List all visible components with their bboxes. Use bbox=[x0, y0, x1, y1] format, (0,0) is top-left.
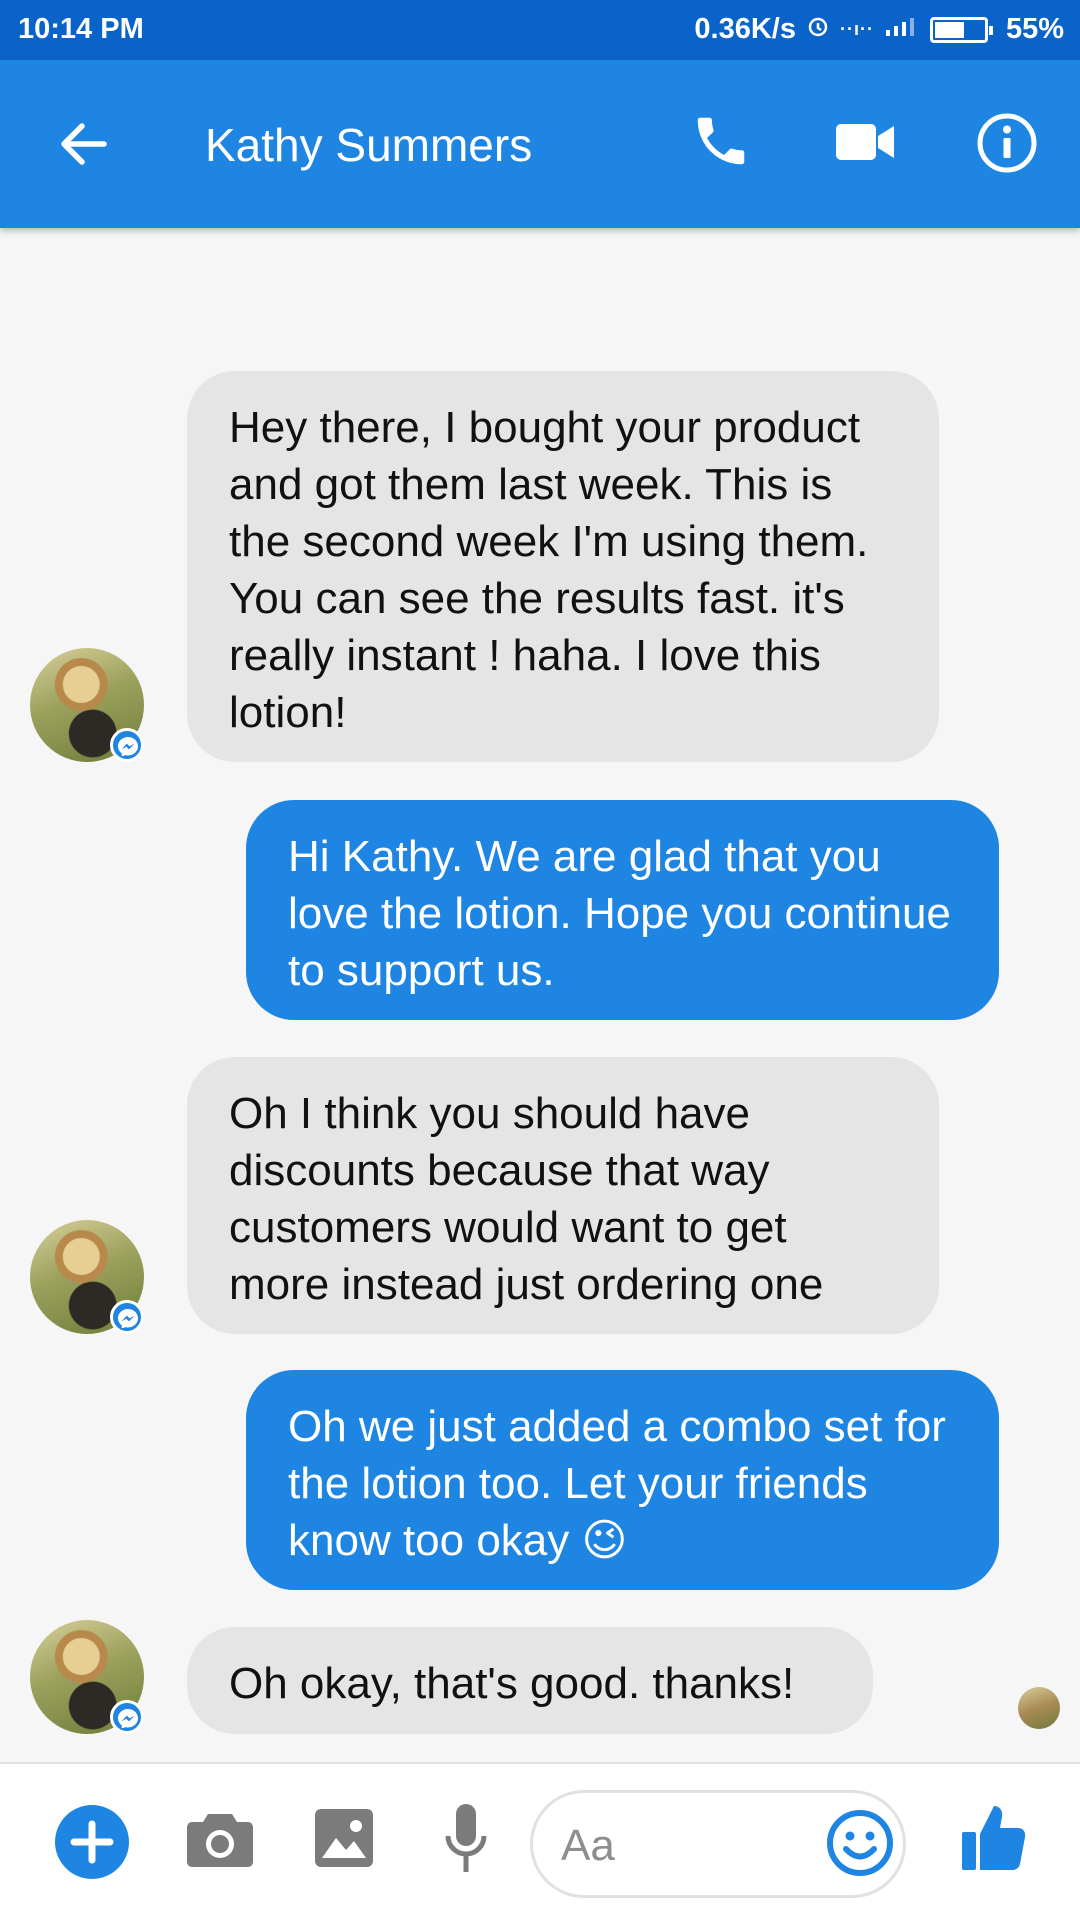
video-camera-icon[interactable] bbox=[834, 120, 896, 164]
messenger-badge-icon bbox=[110, 1300, 144, 1334]
microphone-icon[interactable] bbox=[444, 1802, 488, 1883]
conversation-header: Kathy Summers bbox=[0, 60, 1080, 228]
battery-percent: 55% bbox=[1005, 13, 1064, 45]
signal-bars-icon bbox=[884, 13, 920, 46]
message-bubble-outgoing[interactable]: Oh we just added a combo set for the lot… bbox=[246, 1370, 999, 1590]
message-bubble-incoming[interactable]: Hey there, I bought your product and got… bbox=[187, 371, 939, 762]
message-input[interactable] bbox=[559, 1813, 803, 1879]
avatar[interactable] bbox=[30, 1220, 144, 1334]
messenger-badge-icon bbox=[110, 728, 144, 762]
emoji-icon[interactable] bbox=[825, 1808, 895, 1878]
status-time: 10:14 PM bbox=[18, 13, 144, 45]
message-input-pill[interactable] bbox=[530, 1790, 906, 1898]
message-bubble-outgoing[interactable]: Hi Kathy. We are glad that you love the … bbox=[246, 800, 999, 1020]
phone-icon[interactable] bbox=[690, 110, 752, 172]
alarm-icon bbox=[806, 13, 830, 46]
info-icon[interactable] bbox=[976, 112, 1038, 174]
wink-emoji: 😉 bbox=[581, 1516, 628, 1565]
plus-icon[interactable] bbox=[54, 1804, 130, 1885]
thumbs-up-icon[interactable] bbox=[960, 1802, 1026, 1877]
avatar[interactable] bbox=[30, 648, 144, 762]
network-speed: 0.36K/s bbox=[694, 13, 796, 45]
avatar[interactable] bbox=[30, 1620, 144, 1734]
seen-avatar bbox=[1018, 1687, 1060, 1729]
contact-name[interactable]: Kathy Summers bbox=[205, 118, 532, 172]
message-bubble-incoming[interactable]: Oh okay, that's good. thanks! bbox=[187, 1627, 873, 1734]
messenger-badge-icon bbox=[110, 1700, 144, 1734]
status-bar: 10:14 PM 0.36K/s ··ı·· 55% bbox=[0, 0, 1080, 60]
message-bubble-incoming[interactable]: Oh I think you should have discounts bec… bbox=[187, 1057, 939, 1334]
back-arrow-icon[interactable] bbox=[56, 117, 110, 171]
battery-icon bbox=[929, 16, 993, 43]
composer-bar bbox=[0, 1762, 1080, 1922]
signal-dots-icon: ··ı·· bbox=[839, 19, 874, 39]
camera-icon[interactable] bbox=[186, 1808, 254, 1875]
status-icons: 0.36K/s ··ı·· 55% bbox=[694, 13, 1064, 46]
image-icon[interactable] bbox=[314, 1808, 374, 1873]
